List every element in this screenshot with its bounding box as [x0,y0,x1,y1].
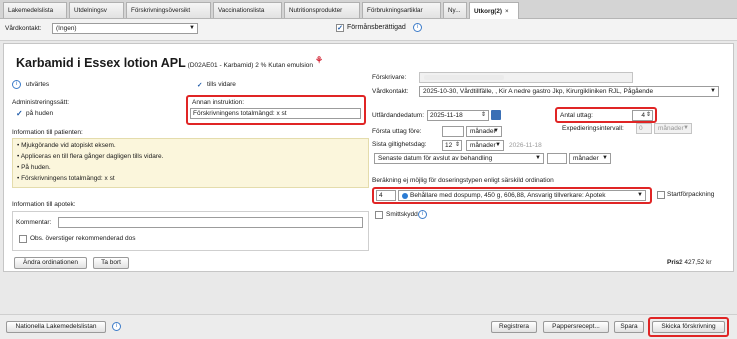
skicka-forskrivning-button[interactable]: Skicka förskrivning [652,321,725,333]
spara-button[interactable]: Spara [614,321,644,333]
formansberattigad-label: Förmånsberättigad [347,24,406,31]
kommentar-input[interactable] [58,217,363,228]
startforpackning-checkbox[interactable] [657,191,665,199]
pappersrecept-button[interactable]: Pappersrecept... [543,321,609,333]
patient-info-line: • Förskrivningens totalmängd: x st [17,175,115,182]
nationella-lakemedelslistan-button[interactable]: Nationella Lakemedelslistan [6,321,106,333]
admin-value: på huden [26,110,54,117]
apotek-label: Information till apotek: [12,201,76,208]
prescription-panel: Karbamid i Essex lotion APL (D02AE01 - K… [3,43,734,272]
berakning-label: Beräkning ej möjlig för doseringstypen e… [372,177,554,184]
chevron-down-icon: ▼ [495,142,501,148]
bottom-bar: Nationella Lakemedelslistan i Registrera… [0,314,737,339]
patient-info-label: Information till patienten: [12,129,83,136]
senaste-select[interactable]: Senaste datum för avslut av behandling ▼ [374,153,544,164]
utfardandedatum-label: Utfärdandedatum: [372,112,425,119]
route-label: utvärtes [26,81,50,88]
formansberattigad-checkbox[interactable]: ✓ [336,24,344,32]
vardkontakt-right-label: Vårdkontakt: [372,88,409,95]
sista-label: Sista giltighetsdag: [372,141,427,148]
smittskydd-checkbox[interactable] [375,211,383,219]
chevron-down-icon: ▼ [493,128,499,134]
forsta-uttag-unit-select[interactable]: månader ▼ [466,126,502,137]
forsta-uttag-label: Första uttag före: [372,128,422,135]
chevron-down-icon: ▼ [637,192,643,198]
expedieringsintervall-unit-select[interactable]: månader ▼ [654,123,692,134]
close-icon[interactable]: × [505,8,509,15]
tab-bar: Lakemedelslista Utdelningsv Förskrivning… [0,0,737,19]
spinner-icon[interactable]: ⇕ [455,141,460,150]
patient-info-box[interactable]: • Mjukgörande vid atopiskt eksem. • Appl… [12,138,369,188]
calendar-icon[interactable] [491,110,501,120]
ta-bort-button[interactable]: Ta bort [93,257,129,269]
chevron-down-icon: ▼ [710,88,716,94]
chevron-down-icon: ▼ [535,155,541,161]
antal-uttag-label: Antal uttag: [560,112,593,119]
tab-forskrivningsoversikt[interactable]: Förskrivningsöversikt [126,2,211,18]
sista-date: 2026-11-18 [509,142,542,149]
package-dot-icon [402,193,408,199]
annan-label: Annan instruktion: [192,99,245,106]
registrera-button[interactable]: Registrera [491,321,537,333]
vardkontakt-label: Vårdkontakt: [5,25,42,32]
chevron-down-icon: ▼ [189,25,195,31]
patient-info-line: • På huden. [17,164,51,171]
drug-name: Karbamid i Essex lotion APL [16,56,186,70]
obs-label: Obs. överstiger rekommenderad dos [30,235,136,242]
alert-icon[interactable]: ⚘ [315,55,323,66]
info-icon[interactable]: i [418,210,427,219]
drug-details: (D02AE01 - Karbamid) 2 % Kutan emulsion [187,62,314,69]
utfardandedatum-input[interactable]: 2025-11-18 ⇕ [427,110,489,121]
obs-checkbox[interactable] [19,235,27,243]
smittskydd-label: Smittskydd [386,211,418,218]
info-icon[interactable]: i [112,322,121,331]
forskrivare-label: Förskrivare: [372,74,407,81]
andra-ordinationen-button[interactable]: Ändra ordinationen [14,257,87,269]
senaste-input[interactable] [547,153,567,164]
package-select[interactable]: Behållare med dospump, 450 g, 606,88, An… [398,190,646,201]
forskrivare-select[interactable] [419,72,633,83]
sista-input[interactable]: 12 ⇕ [442,140,462,151]
vardkontakt-select[interactable]: (Ingen) ▼ [52,23,198,34]
pris-value: 2 427,52 kr [679,259,712,266]
tab-forbrukningsartiklar[interactable]: Förbrukningsartiklar [362,2,441,18]
tab-vaccinationslista[interactable]: Vaccinationslista [213,2,282,18]
antal-input[interactable]: 4 [376,190,396,201]
kommentar-label: Kommentar: [16,219,52,226]
drug-title-row: Karbamid i Essex lotion APL (D02AE01 - K… [16,56,313,70]
check-icon: ✓ [16,109,23,118]
startforpackning-label: Startförpackning [667,191,715,198]
patient-info-line: • Appliceras en till flera gånger daglig… [17,153,164,160]
senaste-unit-select[interactable]: månader ▼ [569,153,611,164]
tab-lakemedelslista[interactable]: Lakemedelslista [3,2,67,18]
check-icon: ✓ [197,82,203,89]
antal-uttag-input[interactable]: 4 ⇕ [632,110,653,121]
spinner-icon[interactable]: ⇕ [646,111,651,120]
sista-unit-select[interactable]: månader ▼ [466,140,504,151]
tab-ny[interactable]: Ny... [443,2,467,18]
vardkontakt-right-select[interactable]: 2025-10-30, Vårdtillfälle, , Kir A nedre… [419,86,719,97]
expedieringsintervall-input[interactable]: 0 [636,123,652,134]
forsta-uttag-input[interactable] [442,126,464,137]
patient-info-line: • Mjukgörande vid atopiskt eksem. [17,142,116,149]
admin-label: Administreringssätt: [12,99,70,106]
blurred-name [424,75,504,80]
annan-instruktion-input[interactable]: Förskrivningens totalmängd: x st [190,108,361,119]
apotek-box: Kommentar: Obs. överstiger rekommenderad… [12,211,369,251]
chevron-down-icon: ▼ [683,125,689,131]
spinner-icon[interactable]: ⇕ [481,111,486,120]
tab-utkorg[interactable]: Utkorg(2) × [469,2,519,19]
chevron-down-icon: ▼ [602,155,608,161]
info-icon[interactable]: i [413,23,422,32]
tab-utdelningsv[interactable]: Utdelningsv [69,2,124,18]
info-icon[interactable]: i [12,80,21,89]
tab-nutritionsprodukter[interactable]: Nutritionsprodukter [284,2,360,18]
tills-vidare-label: tills vidare [207,81,236,88]
expedieringsintervall-label: Expedieringsintervall: [562,125,624,132]
filter-bar: Vårdkontakt: (Ingen) ▼ ✓ Förmånsberättiga… [0,19,737,41]
